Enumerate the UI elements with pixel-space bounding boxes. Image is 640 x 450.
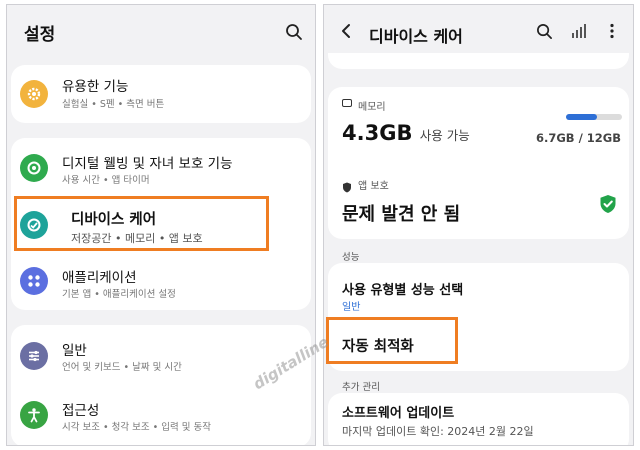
memory-value: 4.3GB bbox=[342, 121, 413, 145]
more-section-label: 추가 관리 bbox=[342, 382, 380, 393]
software-update-sub: 마지막 업데이트 확인: 2024년 2월 22일 bbox=[342, 425, 534, 438]
sliders-icon bbox=[20, 342, 48, 370]
status-card: 메모리 4.3GB 사용 가능 6.7GB / 12GB 앱 보호 문제 발견 … bbox=[328, 87, 629, 239]
memory-available: 4.3GB 사용 가능 bbox=[342, 121, 470, 145]
settings-card-1: 유용한 기능 실험실 • S펜 • 측면 버튼 bbox=[11, 65, 311, 123]
settings-item-sub: 사용 시간 • 앱 타이머 bbox=[62, 175, 150, 186]
app-protection-label: 앱 보호 bbox=[358, 181, 389, 192]
memory-usage-text: 6.7GB / 12GB bbox=[536, 131, 621, 145]
device-care-screen: 디바이스 케어 메모리 4.3GB 사용 가능 6.7GB / 12GB 앱 보… bbox=[323, 4, 634, 446]
settings-header: 설정 bbox=[7, 5, 315, 57]
memory-section[interactable]: 메모리 4.3GB 사용 가능 6.7GB / 12GB bbox=[328, 87, 629, 159]
settings-item-applications[interactable]: 애플리케이션 기본 앱 • 애플리케이션 설정 bbox=[11, 254, 311, 310]
performance-profile-label: 사용 유형별 성능 선택 bbox=[342, 283, 464, 298]
app-protection-status: 문제 발견 안 됨 bbox=[342, 204, 461, 225]
settings-item-sub: 실험실 • S펜 • 측면 버튼 bbox=[62, 99, 165, 110]
app-protection-section[interactable]: 앱 보호 문제 발견 안 됨 bbox=[328, 167, 629, 237]
settings-item-label: 애플리케이션 bbox=[62, 270, 137, 286]
memory-label: 메모리 bbox=[358, 102, 386, 113]
settings-item-digital-wellbeing[interactable]: 디지털 웰빙 및 자녀 보호 기능 사용 시간 • 앱 타이머 bbox=[11, 138, 311, 196]
gear-icon bbox=[20, 80, 48, 108]
memory-icon bbox=[342, 99, 352, 107]
more-card: 소프트웨어 업데이트 마지막 업데이트 확인: 2024년 2월 22일 bbox=[328, 393, 629, 445]
page-title: 설정 bbox=[24, 25, 56, 45]
accessibility-icon bbox=[20, 401, 48, 429]
auto-optimization-highlight bbox=[326, 317, 458, 364]
apps-grid-icon bbox=[20, 267, 48, 295]
performance-profile-value: 일반 bbox=[342, 302, 361, 313]
page-title: 디바이스 케어 bbox=[369, 27, 463, 46]
back-arrow-icon[interactable] bbox=[336, 21, 356, 41]
settings-item-sub: 기본 앱 • 애플리케이션 설정 bbox=[62, 289, 176, 300]
device-care-highlight bbox=[14, 196, 269, 251]
wellbeing-icon bbox=[20, 154, 48, 182]
shield-small-icon bbox=[342, 178, 352, 197]
memory-usage-bar bbox=[566, 114, 622, 120]
software-update-label: 소프트웨어 업데이트 bbox=[342, 406, 455, 421]
search-icon[interactable] bbox=[283, 21, 305, 43]
settings-item-label: 접근성 bbox=[62, 403, 100, 419]
settings-item-label: 일반 bbox=[62, 343, 87, 359]
settings-item-useful-features[interactable]: 유용한 기능 실험실 • S펜 • 측면 버튼 bbox=[11, 65, 311, 123]
performance-section-label: 성능 bbox=[342, 252, 360, 263]
settings-item-label: 디지털 웰빙 및 자녀 보호 기능 bbox=[62, 156, 233, 172]
shield-check-icon bbox=[599, 194, 617, 218]
settings-item-accessibility[interactable]: 접근성 시각 보조 • 청각 보조 • 입력 및 동작 bbox=[11, 385, 311, 445]
software-update-item[interactable]: 소프트웨어 업데이트 마지막 업데이트 확인: 2024년 2월 22일 bbox=[328, 393, 629, 445]
signal-bars-icon[interactable] bbox=[569, 21, 589, 41]
device-care-header: 디바이스 케어 bbox=[324, 5, 633, 53]
search-icon[interactable] bbox=[534, 21, 554, 41]
memory-status: 사용 가능 bbox=[419, 128, 470, 143]
settings-item-label: 유용한 기능 bbox=[62, 79, 129, 95]
performance-profile-item[interactable]: 사용 유형별 성능 선택 일반 bbox=[328, 263, 629, 315]
settings-item-sub: 시각 보조 • 청각 보조 • 입력 및 동작 bbox=[62, 422, 211, 433]
settings-item-sub: 언어 및 키보드 • 날짜 및 시간 bbox=[62, 362, 182, 373]
memory-usage-fill bbox=[566, 114, 598, 120]
more-options-icon[interactable] bbox=[604, 21, 620, 41]
